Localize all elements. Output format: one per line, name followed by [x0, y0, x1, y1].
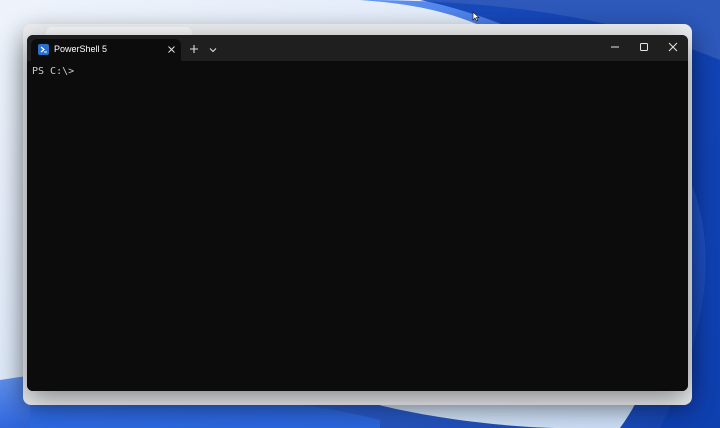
chevron-down-icon: [209, 48, 217, 53]
close-window-button[interactable]: [666, 40, 680, 54]
minimize-icon: [611, 46, 619, 48]
powershell-icon: [38, 44, 49, 55]
close-icon: [668, 42, 678, 52]
plus-icon: [190, 45, 198, 53]
terminal-window: PowerShell 5 PS C:\>: [27, 35, 688, 391]
new-tab-button[interactable]: [188, 42, 200, 54]
command-prompt: PS C:\>: [32, 66, 75, 77]
maximize-button[interactable]: [637, 40, 651, 54]
maximize-icon: [640, 43, 648, 51]
title-bar[interactable]: PowerShell 5: [27, 35, 688, 61]
tab-title: PowerShell 5: [54, 44, 108, 54]
close-tab-icon[interactable]: [165, 43, 178, 56]
mouse-pointer-icon: [472, 9, 480, 22]
terminal-output[interactable]: PS C:\>: [27, 61, 688, 391]
minimize-button[interactable]: [608, 40, 622, 54]
profile-dropdown-button[interactable]: [207, 43, 219, 55]
tab-powershell[interactable]: PowerShell 5: [31, 39, 181, 61]
